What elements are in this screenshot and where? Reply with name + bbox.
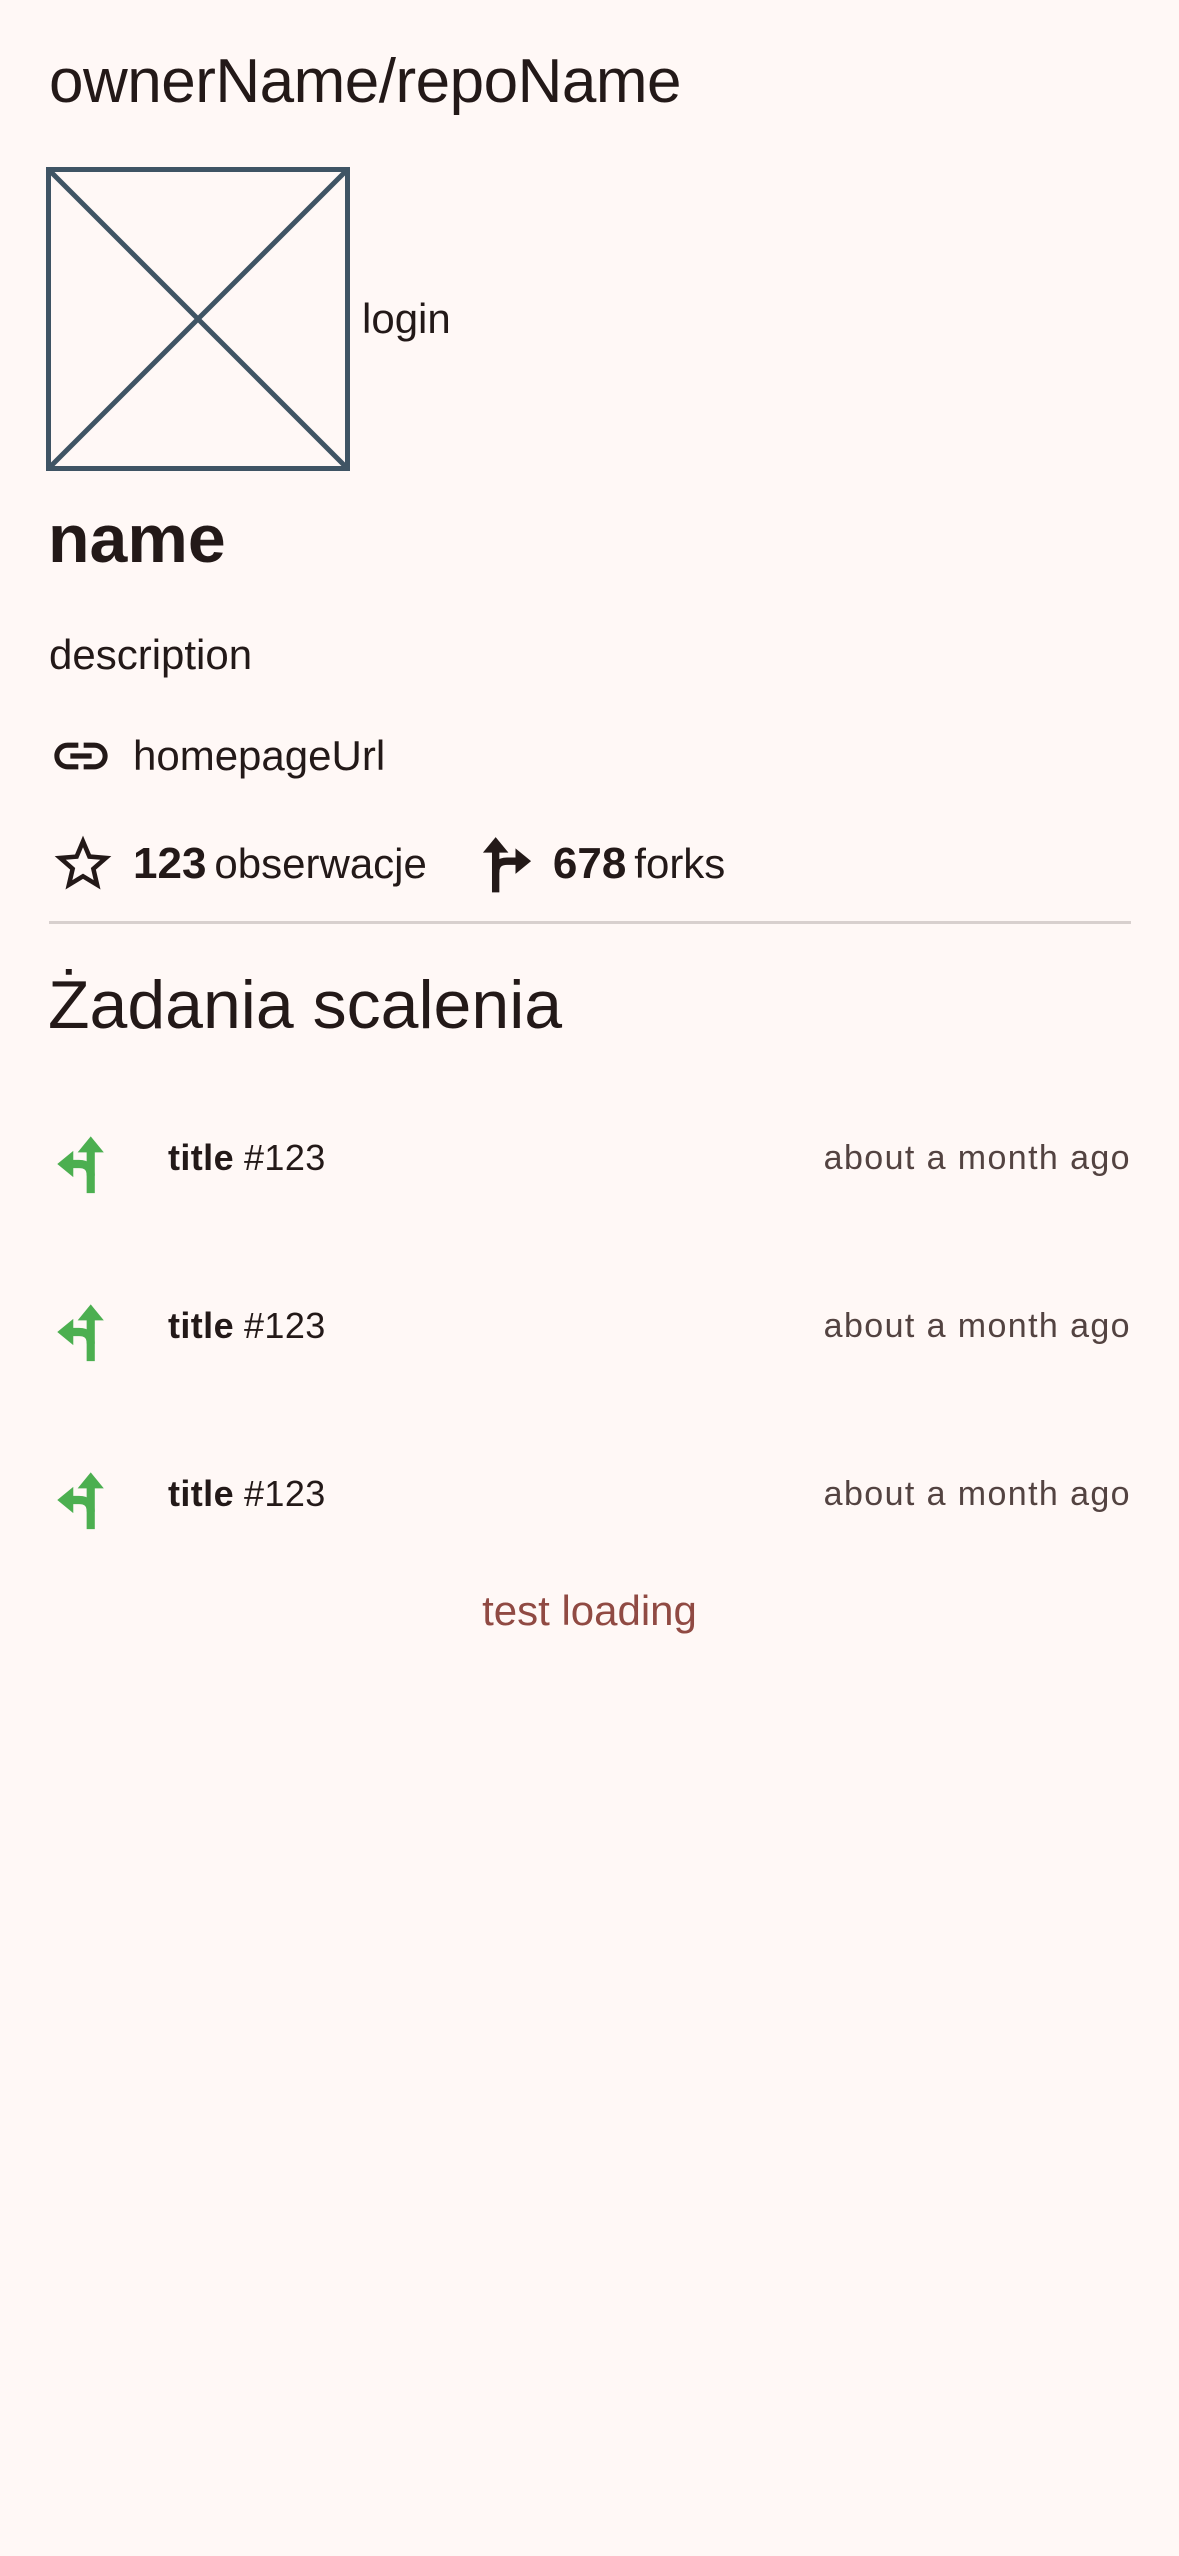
watchers-count: 123 [133,839,207,888]
forks-label: forks [634,840,726,887]
pr-title: title [168,1137,235,1178]
list-item[interactable]: title #123 about a month ago [0,1248,1179,1416]
pr-number: #123 [244,1473,326,1514]
pr-time: about a month ago [823,1475,1131,1513]
merge-icon [57,1304,104,1362]
pr-time: about a month ago [823,1307,1131,1345]
list-item[interactable]: title #123 about a month ago [0,1416,1179,1584]
pr-number: #123 [244,1305,326,1346]
pr-label: title #123 [168,1137,326,1179]
page-title: ownerName/repoName [49,47,681,116]
homepage-link[interactable]: homepageUrl [49,724,385,788]
pr-label: title #123 [168,1305,326,1347]
divider [49,921,1131,924]
repo-name: name [48,501,226,577]
avatar[interactable] [46,167,350,471]
watchers-label: obserwacje [214,840,427,887]
forks-count: 678 [552,839,627,888]
list-item[interactable]: title #123 about a month ago [0,1080,1179,1248]
pr-title: title [168,1305,235,1346]
merge-icon [57,1136,104,1194]
pr-label: title #123 [168,1473,326,1515]
homepage-url[interactable]: homepageUrl [133,732,385,780]
pr-number: #123 [244,1137,326,1178]
owner-row[interactable]: login [46,167,451,471]
fork-icon [482,837,531,893]
repository-screen: ownerName/repoName login name descriptio… [0,0,1179,2556]
star-icon [54,835,112,890]
merge-icon [57,1472,104,1530]
stats-row: 123 obserwacje 678 forks [49,830,725,898]
watchers-stat[interactable]: 123 obserwacje [49,830,427,898]
pr-title: title [168,1473,235,1514]
loading-indicator: test loading [482,1587,697,1634]
owner-login[interactable]: login [362,295,451,343]
link-icon [54,742,108,770]
repo-description: description [49,631,253,678]
pull-requests-heading: Żadania scalenia [48,967,563,1043]
pr-time: about a month ago [823,1139,1131,1177]
forks-stat[interactable]: 678 forks [477,830,725,898]
